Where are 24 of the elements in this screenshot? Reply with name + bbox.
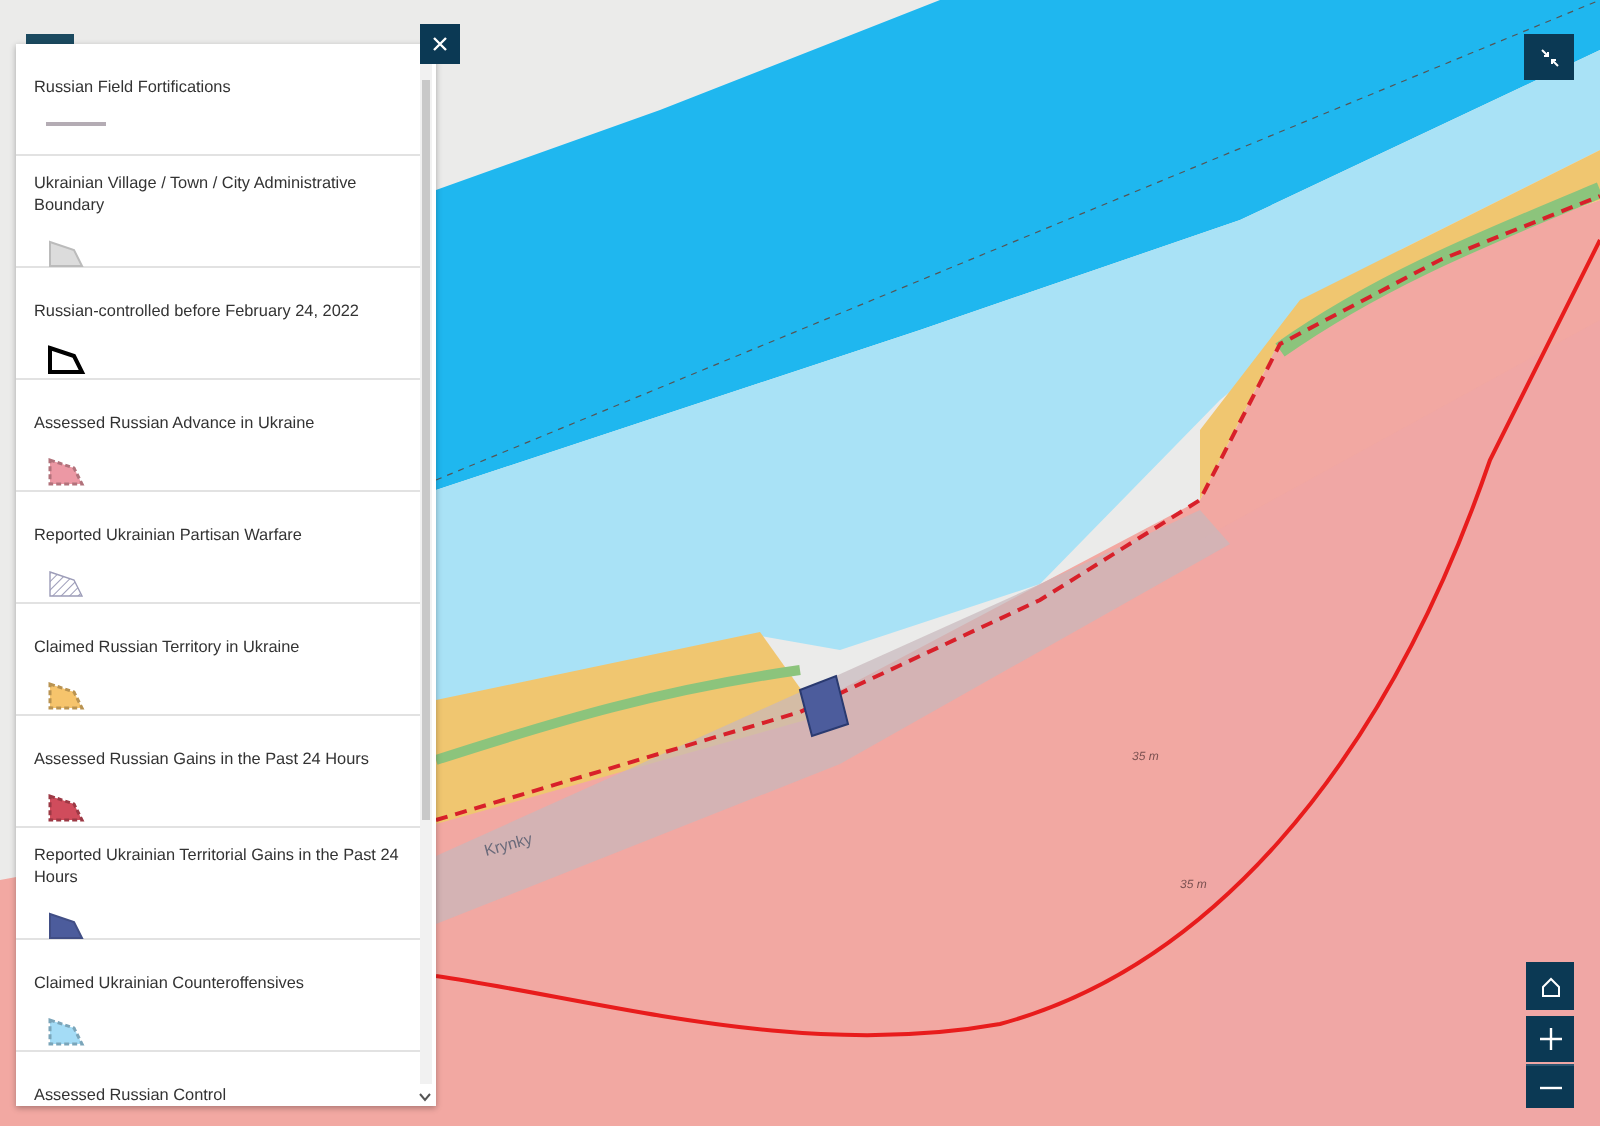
minus-icon: [1539, 1085, 1561, 1089]
zoom-in-button[interactable]: [1526, 1016, 1574, 1062]
plus-icon: [1539, 1028, 1561, 1050]
legend-label: Russian Field Fortifications: [34, 76, 231, 99]
home-button[interactable]: [1526, 962, 1574, 1010]
zoom-out-button[interactable]: [1526, 1064, 1574, 1108]
arrows-icon: [1539, 47, 1559, 67]
close-button[interactable]: [420, 24, 460, 64]
scrollbar-thumb[interactable]: [422, 80, 430, 820]
chevron-down-icon[interactable]: [418, 1092, 432, 1102]
legend-label: Reported Ukrainian Territorial Gains in the Past 24 Hours: [34, 844, 400, 889]
legend-label: Assessed Russian Control: [34, 1084, 227, 1106]
legend-label: Claimed Ukrainian Counteroffensives: [34, 972, 305, 995]
close-icon: [432, 36, 448, 52]
place-label: Krynky: [482, 829, 535, 860]
territory-gain-area: [798, 674, 850, 738]
legend-label: Claimed Russian Territory in Ukraine: [34, 636, 300, 659]
legend-label: Assessed Russian Gains in the Past 24 Hours: [34, 748, 369, 771]
home-icon: [1539, 975, 1561, 997]
legend-label: Assessed Russian Advance in Ukraine: [34, 412, 315, 435]
legend-label: Russian-controlled before February 24, 2022: [34, 300, 359, 323]
legend-label: Reported Ukrainian Partisan Warfare: [34, 524, 302, 547]
collapse-button[interactable]: [1524, 34, 1574, 80]
legend-label: Ukrainian Village / Town / City Administrative Boundary: [34, 172, 359, 217]
